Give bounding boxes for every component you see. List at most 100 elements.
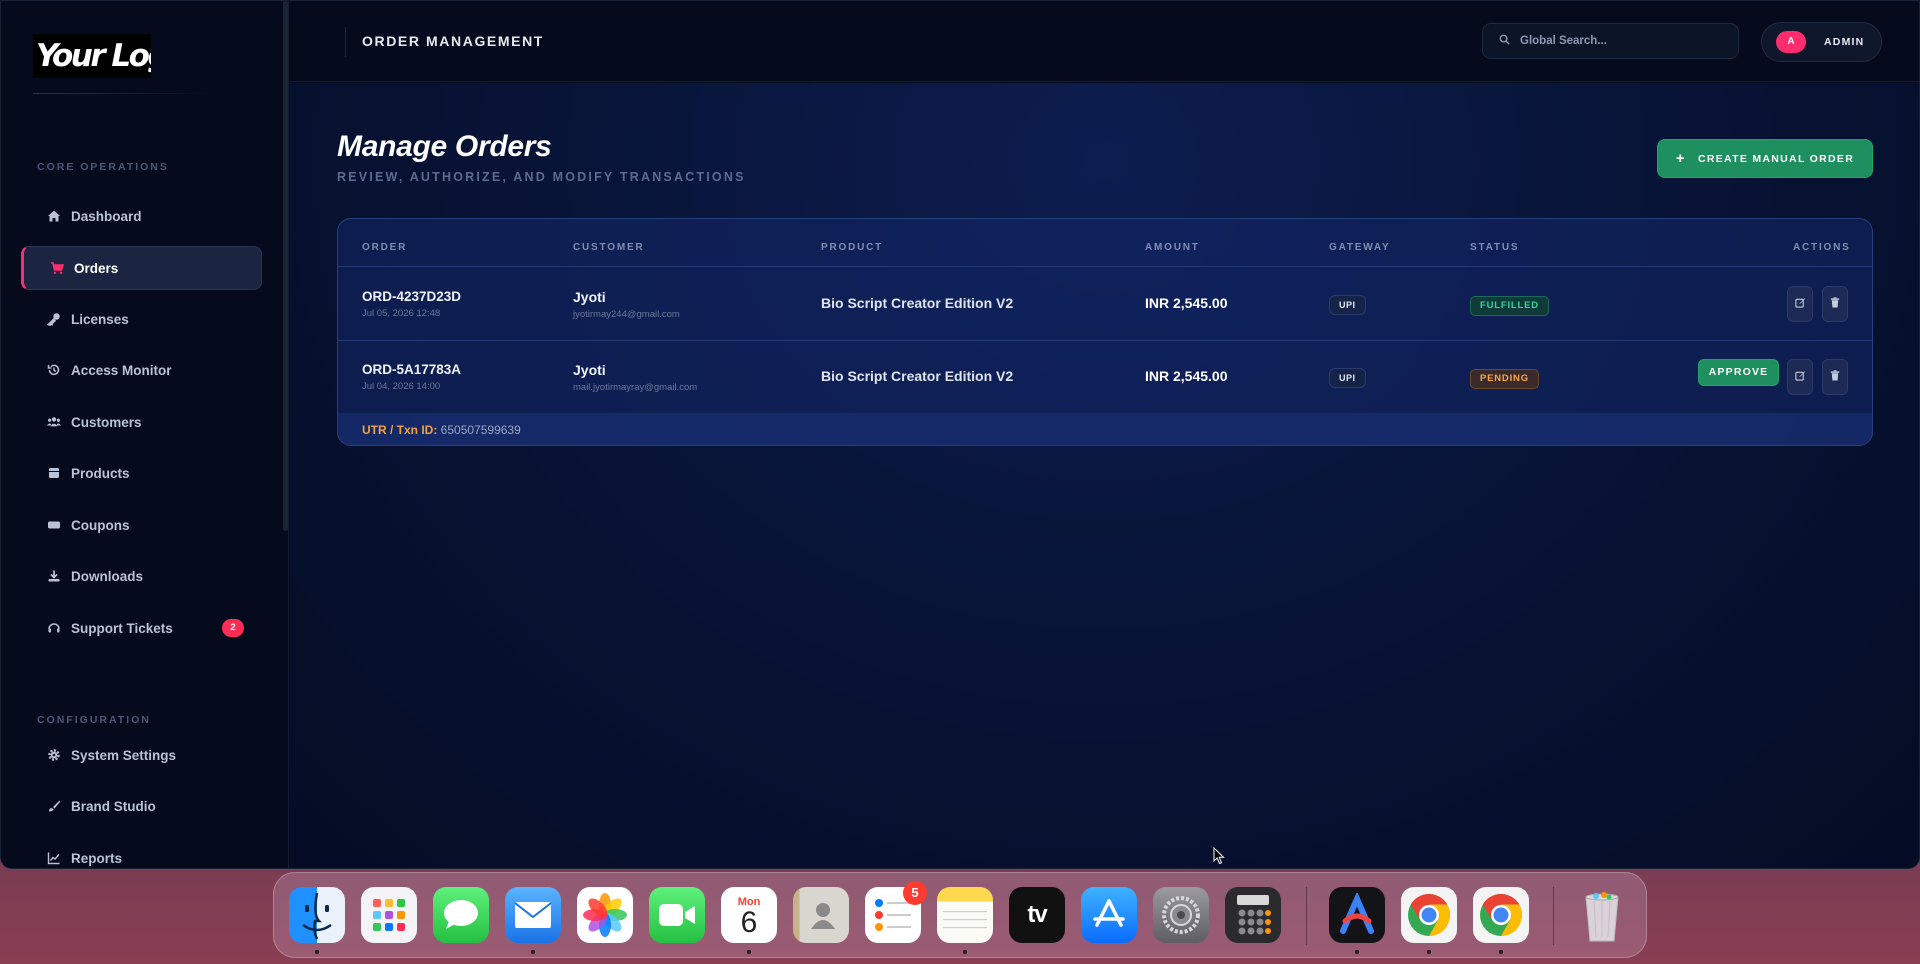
row-divider-line [338,340,1872,341]
reminders-badge: 5 [903,881,927,905]
order-id[interactable]: ORD-5A17783A [362,362,461,377]
utr-info: UTR / Txn ID: 650507599639 [362,423,521,437]
reminders-icon[interactable]: 5 [865,881,927,943]
dock-separator [1306,887,1307,945]
facetime-icon[interactable] [649,887,705,943]
column-header-customer: CUSTOMER [573,242,645,253]
section-label-core: CORE OPERATIONS [37,161,169,173]
edit-icon [1794,368,1806,386]
sidebar-item-coupons[interactable]: Coupons [21,503,262,547]
order-amount: INR 2,545.00 [1145,368,1228,384]
running-indicator [963,950,967,954]
create-manual-order-button[interactable]: + CREATE MANUAL ORDER [1657,139,1873,178]
home-icon [47,209,61,223]
sidebar-item-label: Coupons [71,517,130,533]
chrome-icon[interactable] [1401,887,1457,943]
calculator-icon[interactable] [1225,887,1281,943]
sidebar-item-label: Access Monitor [71,362,172,378]
sidebar-item-dashboard[interactable]: Dashboard [21,194,262,238]
customer-cell: Jyoti mail.jyotirmayray@gmail.com [573,362,697,393]
column-header-gateway: GATEWAY [1329,242,1391,253]
order-id[interactable]: ORD-4237D23D [362,289,461,304]
ticket-icon [47,518,61,532]
status-badge: FULFILLED [1470,296,1549,316]
gateway-badge: UPI [1329,368,1366,388]
finder-icon[interactable] [289,887,345,943]
status-badge: PENDING [1470,369,1539,389]
app-window: Your Logo CORE OPERATIONS Dashboard Orde… [0,0,1920,869]
column-header-status: STATUS [1470,242,1520,253]
running-indicator [531,950,535,954]
support-tickets-count-badge: 2 [222,619,244,637]
calendar-day: 6 [740,906,758,939]
search-input[interactable] [1520,35,1720,47]
global-search[interactable] [1482,23,1739,59]
running-indicator [1355,950,1359,954]
launchpad-icon[interactable] [361,887,417,943]
box-icon [47,466,61,480]
top-bar: ORDER MANAGEMENT A ADMIN [290,1,1919,82]
sidebar-item-orders[interactable]: Orders [21,246,262,290]
sidebar-item-label: Customers [71,414,142,430]
photos-icon[interactable] [577,887,633,943]
avatar: A [1776,31,1806,53]
trash-icon[interactable] [1574,887,1630,943]
dock-separator [1553,887,1554,945]
orders-table: ORDER CUSTOMER PRODUCT AMOUNT GATEWAY ST… [337,218,1873,446]
delete-order-button[interactable] [1822,286,1848,322]
running-indicator [747,950,751,954]
status-cell: PENDING [1470,368,1539,389]
sidebar-item-support-tickets[interactable]: Support Tickets 2 [21,606,262,650]
sidebar-item-reports[interactable]: Reports [21,836,262,868]
create-button-label: CREATE MANUAL ORDER [1697,152,1855,165]
column-header-actions: ACTIONS [1793,242,1851,253]
user-menu[interactable]: A ADMIN [1761,22,1882,62]
sidebar-item-label: Reports [71,850,123,866]
apple-tv-icon[interactable]: tv [1009,887,1065,943]
sidebar-item-system-settings[interactable]: System Settings [21,733,262,777]
utr-label: UTR / Txn ID: [362,423,438,437]
history-icon [47,363,61,377]
sidebar-item-access-monitor[interactable]: Access Monitor [21,348,262,392]
sidebar-item-label: Orders [74,260,119,276]
sidebar-item-licenses[interactable]: Licenses [21,297,262,341]
apple-tv-label: tv [1027,901,1047,928]
sidebar-item-label: Products [71,465,130,481]
sidebar-item-customers[interactable]: Customers [21,400,262,444]
sidebar-item-products[interactable]: Products [21,451,262,495]
sidebar-item-label: System Settings [71,747,177,763]
app-store-icon[interactable] [1081,887,1137,943]
delete-order-button[interactable] [1822,359,1848,395]
gear-icon [47,748,61,762]
edit-order-button[interactable] [1787,359,1813,395]
edit-order-button[interactable] [1787,286,1813,322]
customer-name: Jyoti [573,362,606,378]
chart-icon [47,851,61,865]
users-icon [47,415,61,429]
messages-icon[interactable] [433,887,489,943]
sidebar-scrollbar[interactable] [283,1,288,531]
approve-order-button[interactable]: APPROVE [1698,359,1779,386]
trash-icon [1830,368,1840,386]
gateway-cell: UPI [1329,368,1366,388]
product-name: Bio Script Creator Edition V2 [821,368,1014,384]
sidebar-item-downloads[interactable]: Downloads [21,554,262,598]
mail-icon[interactable] [505,887,561,943]
status-cell: FULFILLED [1470,295,1549,316]
chrome-icon[interactable] [1473,887,1529,943]
order-cell: ORD-5A17783A Jul 04, 2026 14:00 [362,362,461,392]
calendar-icon[interactable]: Mon 6 [721,887,777,943]
order-amount: INR 2,545.00 [1145,295,1228,311]
column-header-product: PRODUCT [821,242,884,253]
cart-icon [50,261,64,275]
system-settings-icon[interactable] [1153,887,1209,943]
sidebar-item-brand-studio[interactable]: Brand Studio [21,784,262,828]
header-divider [345,27,346,57]
sidebar-item-label: Support Tickets [71,620,173,636]
brand-logo[interactable]: Your Logo [33,34,151,78]
arc-icon[interactable] [1329,887,1385,943]
contacts-icon[interactable] [793,887,849,943]
notes-icon[interactable] [937,887,993,943]
customer-email: jyotirmay244@gmail.com [573,309,680,320]
plus-icon: + [1675,150,1686,167]
